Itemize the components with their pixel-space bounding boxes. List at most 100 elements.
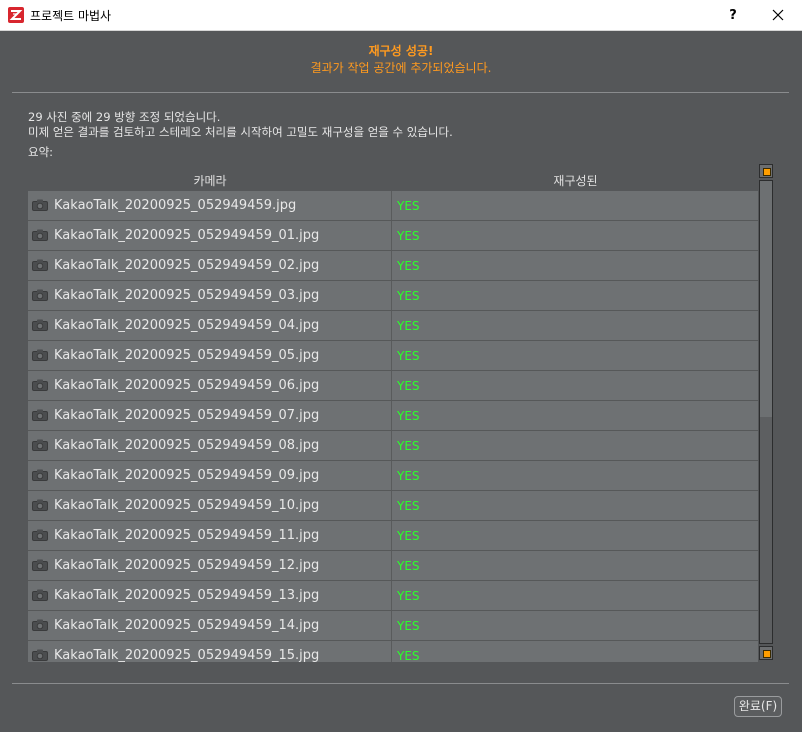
scroll-track[interactable] [759,180,773,644]
camera-filename: KakaoTalk_20200925_052949459.jpg [54,198,297,213]
camera-icon [32,319,48,331]
reconstructed-status: YES [397,199,420,213]
reconstructed-status: YES [397,319,420,333]
camera-cell: KakaoTalk_20200925_052949459_11.jpg [28,521,392,550]
camera-cell: KakaoTalk_20200925_052949459_01.jpg [28,221,392,250]
table-row[interactable]: KakaoTalk_20200925_052949459_07.jpg YES [28,401,758,431]
column-header-camera[interactable]: 카메라 [28,172,392,189]
camera-icon [32,499,48,511]
reconstructed-status: YES [397,439,420,453]
camera-cell: KakaoTalk_20200925_052949459_12.jpg [28,551,392,580]
reconstructed-status: YES [397,259,420,273]
close-button[interactable] [758,0,798,31]
reconstructed-status: YES [397,379,420,393]
bottom-divider [12,683,789,684]
camera-filename: KakaoTalk_20200925_052949459_01.jpg [54,228,320,243]
camera-cell: KakaoTalk_20200925_052949459_05.jpg [28,341,392,370]
camera-icon [32,649,48,661]
help-button[interactable]: ? [720,0,746,31]
camera-icon [32,229,48,241]
camera-filename: KakaoTalk_20200925_052949459_03.jpg [54,288,320,303]
camera-filename: KakaoTalk_20200925_052949459_04.jpg [54,318,320,333]
camera-filename: KakaoTalk_20200925_052949459_07.jpg [54,408,320,423]
reconstructed-status: YES [397,409,420,423]
success-subtitle: 결과가 작업 공간에 추가되었습니다. [310,61,492,75]
camera-cell: KakaoTalk_20200925_052949459_13.jpg [28,581,392,610]
table-row[interactable]: KakaoTalk_20200925_052949459_04.jpg YES [28,311,758,341]
table-row[interactable]: KakaoTalk_20200925_052949459.jpg YES [28,191,758,221]
reconstructed-status: YES [397,229,420,243]
scroll-down-button[interactable] [759,646,773,660]
reconstructed-status: YES [397,649,420,662]
camera-filename: KakaoTalk_20200925_052949459_12.jpg [54,558,320,573]
reconstructed-status: YES [397,619,420,633]
orientation-summary-text: 29 사진 중에 29 방향 조정 되었습니다. [28,110,221,124]
camera-filename: KakaoTalk_20200925_052949459_13.jpg [54,588,320,603]
camera-icon [32,199,48,211]
camera-cell: KakaoTalk_20200925_052949459_08.jpg [28,431,392,460]
window-title: 프로젝트 마법사 [30,9,112,23]
camera-cell: KakaoTalk_20200925_052949459_04.jpg [28,311,392,340]
reconstructed-status: YES [397,529,420,543]
camera-filename: KakaoTalk_20200925_052949459_08.jpg [54,438,320,453]
app-logo-icon [8,7,24,23]
table-row[interactable]: KakaoTalk_20200925_052949459_15.jpg YES [28,641,758,662]
top-divider [12,92,789,93]
scroll-thumb[interactable] [760,181,772,417]
camera-icon [32,439,48,451]
finish-button[interactable]: 완료(F) [734,696,782,717]
scroll-up-button[interactable] [759,164,773,178]
camera-filename: KakaoTalk_20200925_052949459_14.jpg [54,618,320,633]
reconstructed-status: YES [397,559,420,573]
camera-cell: KakaoTalk_20200925_052949459_09.jpg [28,461,392,490]
camera-cell: KakaoTalk_20200925_052949459_10.jpg [28,491,392,520]
camera-cell: KakaoTalk_20200925_052949459_03.jpg [28,281,392,310]
camera-cell: KakaoTalk_20200925_052949459_06.jpg [28,371,392,400]
close-icon [772,9,784,21]
camera-icon [32,259,48,271]
table-body: KakaoTalk_20200925_052949459.jpg YES Kakao… [28,191,758,662]
reconstructed-status: YES [397,469,420,483]
camera-filename: KakaoTalk_20200925_052949459_10.jpg [54,498,320,513]
table-header: 카메라 재구성된 [28,166,758,191]
table-row[interactable]: KakaoTalk_20200925_052949459_06.jpg YES [28,371,758,401]
table-row[interactable]: KakaoTalk_20200925_052949459_03.jpg YES [28,281,758,311]
camera-icon [32,619,48,631]
reconstructed-status: YES [397,289,420,303]
camera-filename: KakaoTalk_20200925_052949459_09.jpg [54,468,320,483]
camera-filename: KakaoTalk_20200925_052949459_15.jpg [54,648,320,662]
title-bar: 프로젝트 마법사 ? [0,0,802,31]
camera-icon [32,349,48,361]
reconstructed-status: YES [397,589,420,603]
camera-cell: KakaoTalk_20200925_052949459_07.jpg [28,401,392,430]
table-row[interactable]: KakaoTalk_20200925_052949459_13.jpg YES [28,581,758,611]
camera-cell: KakaoTalk_20200925_052949459_02.jpg [28,251,392,280]
table-row[interactable]: KakaoTalk_20200925_052949459_12.jpg YES [28,551,758,581]
table-row[interactable]: KakaoTalk_20200925_052949459_14.jpg YES [28,611,758,641]
camera-filename: KakaoTalk_20200925_052949459_06.jpg [54,378,320,393]
reconstructed-status: YES [397,499,420,513]
table-scrollbar[interactable] [758,164,774,662]
camera-icon [32,589,48,601]
camera-icon [32,529,48,541]
camera-results-table: 카메라 재구성된 KakaoTalk_20200925_052949459.jp… [28,166,758,662]
camera-cell: KakaoTalk_20200925_052949459.jpg [28,191,392,220]
table-row[interactable]: KakaoTalk_20200925_052949459_05.jpg YES [28,341,758,371]
camera-filename: KakaoTalk_20200925_052949459_05.jpg [54,348,320,363]
camera-cell: KakaoTalk_20200925_052949459_15.jpg [28,641,392,662]
table-row[interactable]: KakaoTalk_20200925_052949459_08.jpg YES [28,431,758,461]
camera-icon [32,469,48,481]
table-row[interactable]: KakaoTalk_20200925_052949459_01.jpg YES [28,221,758,251]
camera-icon [32,289,48,301]
reconstructed-status: YES [397,349,420,363]
table-row[interactable]: KakaoTalk_20200925_052949459_10.jpg YES [28,491,758,521]
summary-label: 요약: [28,145,54,159]
camera-icon [32,379,48,391]
next-steps-text: 미제 얻은 결과를 검토하고 스테레오 처리를 시작하여 고밀도 재구성을 얻을… [28,125,453,139]
table-row[interactable]: KakaoTalk_20200925_052949459_11.jpg YES [28,521,758,551]
table-row[interactable]: KakaoTalk_20200925_052949459_09.jpg YES [28,461,758,491]
table-row[interactable]: KakaoTalk_20200925_052949459_02.jpg YES [28,251,758,281]
column-header-reconstructed[interactable]: 재구성된 [393,172,758,189]
camera-filename: KakaoTalk_20200925_052949459_11.jpg [54,528,320,543]
camera-icon [32,409,48,421]
